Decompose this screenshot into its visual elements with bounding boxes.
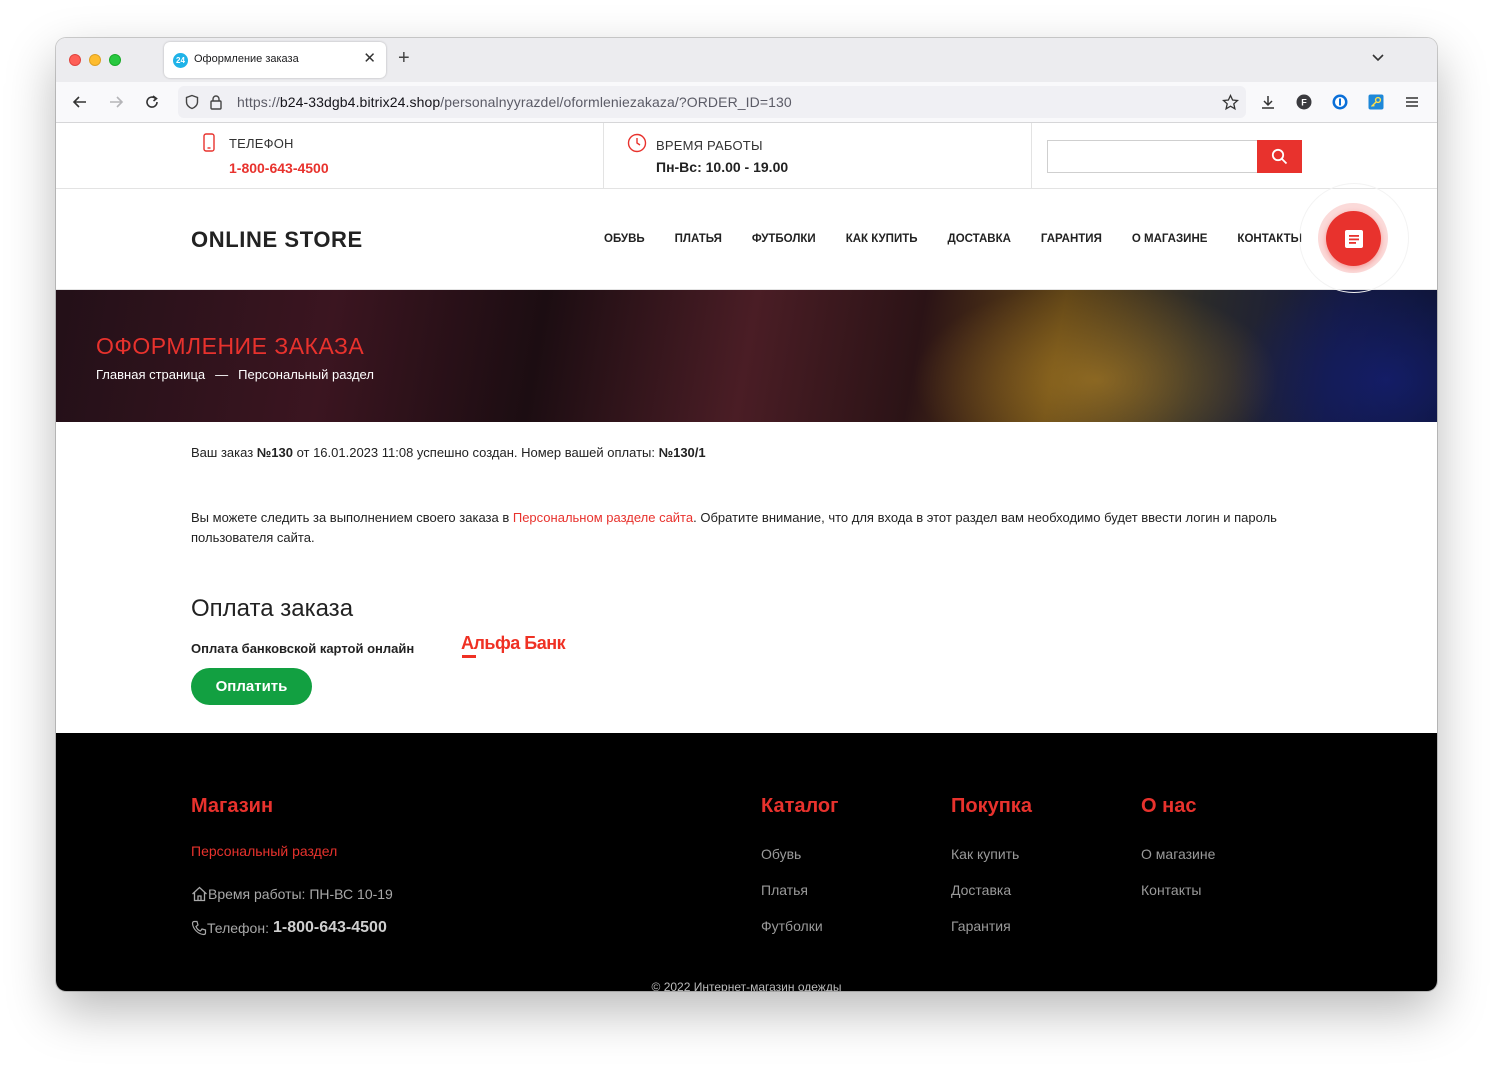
order-tracking-note: Вы можете следить за выполнением своего … xyxy=(191,508,1291,548)
page-content: ТЕЛЕФОН 1-800-643-4500 ВРЕМЯ РАБОТЫ Пн-В… xyxy=(56,123,1437,991)
hours-value: Пн-Вс: 10.00 - 19.00 xyxy=(656,159,789,175)
url-bar[interactable]: https://b24-33dgb4.bitrix24.shop/persona… xyxy=(178,86,1246,118)
payment-method-label: Оплата банковской картой онлайн xyxy=(191,641,415,656)
payment-heading: Оплата заказа xyxy=(191,595,354,622)
mobile-phone-icon xyxy=(203,133,215,157)
footer-hours-text: Время работы: ПН-ВС 10-19 xyxy=(208,886,393,902)
downloads-icon[interactable] xyxy=(1258,92,1278,112)
menu-item-shoes[interactable]: ОБУВЬ xyxy=(604,233,645,245)
bookmark-star-icon[interactable] xyxy=(1220,92,1240,112)
footer-buy-heading: Покупка xyxy=(951,795,1032,817)
zoom-window-button[interactable] xyxy=(109,54,121,66)
order-created-message: Ваш заказ №130 от 16.01.2023 11:08 успеш… xyxy=(191,445,706,460)
order-number: №130 xyxy=(256,445,293,460)
footer-link-delivery[interactable]: Доставка xyxy=(951,882,1011,898)
menu-item-contacts[interactable]: КОНТАКТЫ xyxy=(1237,233,1301,245)
breadcrumb-separator: — xyxy=(215,367,229,382)
home-icon xyxy=(192,886,207,902)
order-prefix-text: Ваш заказ xyxy=(191,445,257,460)
footer-link-contacts[interactable]: Контакты xyxy=(1141,882,1201,898)
footer-link-tshirts[interactable]: Футболки xyxy=(761,918,823,934)
navigation-toolbar: https://b24-33dgb4.bitrix24.shop/persona… xyxy=(56,82,1437,123)
site-header: ONLINE STORE ОБУВЬ ПЛАТЬЯ ФУТБОЛКИ КАК К… xyxy=(56,190,1437,290)
site-logo[interactable]: ONLINE STORE xyxy=(191,227,363,253)
page-title: ОФОРМЛЕНИЕ ЗАКАЗА xyxy=(96,333,365,359)
url-scheme: https:// xyxy=(237,94,280,110)
close-window-button[interactable] xyxy=(69,54,81,66)
menu-item-how-to-buy[interactable]: КАК КУПИТЬ xyxy=(846,233,918,245)
contact-bar: ТЕЛЕФОН 1-800-643-4500 ВРЕМЯ РАБОТЫ Пн-В… xyxy=(56,123,1437,189)
footer-link-warranty[interactable]: Гарантия xyxy=(951,918,1011,934)
footer-link-how-to-buy[interactable]: Как купить xyxy=(951,846,1019,862)
reload-icon[interactable] xyxy=(142,92,162,112)
footer-personal-section-link[interactable]: Персональный раздел xyxy=(191,843,337,859)
new-tab-button[interactable]: + xyxy=(398,47,410,70)
password-manager-extension-icon[interactable] xyxy=(1330,92,1350,112)
divider xyxy=(1031,123,1032,189)
forward-arrow-icon[interactable] xyxy=(106,92,126,112)
breadcrumb-home-link[interactable]: Главная страница xyxy=(96,367,205,382)
minimize-window-button[interactable] xyxy=(89,54,101,66)
breadcrumb: Главная страница — Персональный раздел xyxy=(96,367,374,382)
copyright: © 2022 Интернет-магазин одежды xyxy=(651,980,842,991)
clock-icon xyxy=(627,133,647,158)
footer-phone-number[interactable]: 1-800-643-4500 xyxy=(273,919,387,937)
padlock-icon[interactable] xyxy=(206,92,226,112)
payment-number: №130/1 xyxy=(658,445,706,460)
search-icon xyxy=(1271,148,1288,165)
divider xyxy=(603,123,604,189)
personal-section-link[interactable]: Персональном разделе сайта xyxy=(513,510,693,525)
bitrix24-favicon-icon: 24 xyxy=(173,53,188,68)
main-menu: ОБУВЬ ПЛАТЬЯ ФУТБОЛКИ КАК КУПИТЬ ДОСТАВК… xyxy=(604,233,1302,245)
hours-label: ВРЕМЯ РАБОТЫ xyxy=(656,138,763,153)
tab-close-icon[interactable]: ✕ xyxy=(363,50,376,68)
key-extension-icon[interactable] xyxy=(1366,92,1386,112)
footer-phone-label: Телефон: xyxy=(207,920,269,936)
pay-button[interactable]: Оплатить xyxy=(191,668,312,705)
menu-item-delivery[interactable]: ДОСТАВКА xyxy=(948,233,1011,245)
footer-shop-heading: Магазин xyxy=(191,795,274,817)
url-host: b24-33dgb4.bitrix24.shop xyxy=(279,94,441,110)
back-arrow-icon[interactable] xyxy=(70,92,90,112)
phone-label: ТЕЛЕФОН xyxy=(229,136,294,151)
feedback-form-button[interactable] xyxy=(1326,211,1381,266)
footer-catalog-heading: Каталог xyxy=(761,795,839,817)
extension-f-icon[interactable]: F xyxy=(1294,92,1314,112)
footer-link-shoes[interactable]: Обувь xyxy=(761,846,801,862)
tab-active[interactable]: 24 Оформление заказа ✕ xyxy=(164,42,386,78)
menu-item-tshirts[interactable]: ФУТБОЛКИ xyxy=(752,233,816,245)
breadcrumb-current[interactable]: Персональный раздел xyxy=(238,367,374,382)
page-banner: ОФОРМЛЕНИЕ ЗАКАЗА Главная страница — Пер… xyxy=(56,290,1437,422)
hamburger-menu-icon[interactable] xyxy=(1402,92,1422,112)
tab-strip: 24 Оформление заказа ✕ + xyxy=(56,38,1437,82)
phone-number-link[interactable]: 1-800-643-4500 xyxy=(229,160,329,176)
search-button[interactable] xyxy=(1257,140,1302,173)
footer-link-about[interactable]: О магазине xyxy=(1141,846,1215,862)
search-input[interactable] xyxy=(1047,140,1257,173)
footer-phone: Телефон: 1-800-643-4500 xyxy=(191,919,387,937)
url-text[interactable]: https://b24-33dgb4.bitrix24.shop/persona… xyxy=(237,94,792,110)
tracking-text-before: Вы можете следить за выполнением своего … xyxy=(191,510,513,525)
tracking-protection-shield-icon[interactable] xyxy=(182,92,202,112)
tab-title: Оформление заказа xyxy=(194,53,299,65)
alfa-bank-logo: Альфа Банк xyxy=(461,633,566,658)
menu-item-dresses[interactable]: ПЛАТЬЯ xyxy=(675,233,722,245)
svg-text:F: F xyxy=(1301,98,1307,108)
footer-about-heading: О нас xyxy=(1141,795,1197,817)
phone-handset-icon xyxy=(191,920,207,936)
menu-item-warranty[interactable]: ГАРАНТИЯ xyxy=(1041,233,1102,245)
url-path: /personalnyyrazdel/oformleniezakaza/?ORD… xyxy=(440,94,792,110)
site-footer: Магазин Персональный раздел Время работы… xyxy=(56,733,1437,991)
footer-link-dresses[interactable]: Платья xyxy=(761,882,808,898)
list-all-tabs-chevron-icon[interactable] xyxy=(1371,50,1385,64)
browser-window: 24 Оформление заказа ✕ + https://b24-33d… xyxy=(56,38,1437,991)
footer-hours: Время работы: ПН-ВС 10-19 xyxy=(191,886,393,902)
order-middle-text: от 16.01.2023 11:08 успешно создан. Номе… xyxy=(292,445,659,460)
document-form-icon xyxy=(1344,229,1363,248)
menu-item-about[interactable]: О МАГАЗИНЕ xyxy=(1132,233,1208,245)
